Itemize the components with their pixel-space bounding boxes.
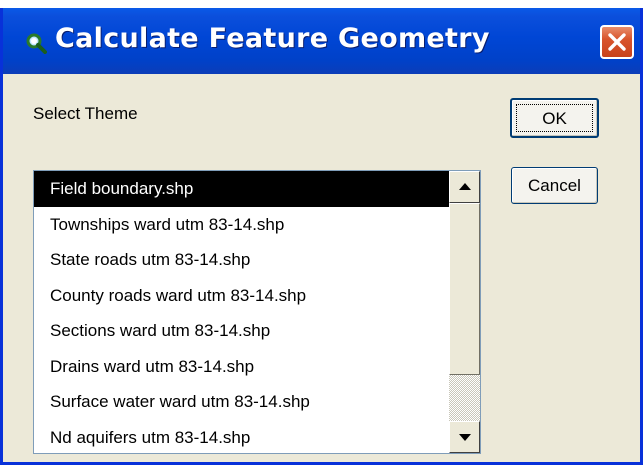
arrow-up-icon [459, 183, 471, 190]
scrollbar-thumb[interactable] [449, 203, 480, 375]
dialog-body: Select Theme OK Cancel Field boundary.sh… [3, 74, 640, 462]
calculate-feature-geometry-dialog: Calculate Feature Geometry Select Theme … [0, 8, 643, 465]
dialog-title: Calculate Feature Geometry [55, 23, 490, 54]
background-text-fragment [0, 0, 643, 8]
scroll-down-button[interactable] [449, 421, 480, 453]
list-item[interactable]: State roads utm 83-14.shp [34, 242, 449, 278]
list-item[interactable]: Nd aquifers utm 83-14.shp [34, 420, 449, 454]
ok-button[interactable]: OK [510, 98, 599, 138]
magnifier-icon [25, 32, 47, 54]
select-theme-label: Select Theme [33, 104, 138, 123]
list-item[interactable]: Townships ward utm 83-14.shp [34, 207, 449, 243]
scroll-up-button[interactable] [449, 171, 480, 203]
cancel-button[interactable]: Cancel [511, 167, 598, 204]
close-button[interactable] [600, 25, 634, 59]
list-item[interactable]: Surface water ward utm 83-14.shp [34, 384, 449, 420]
ok-button-label: OK [516, 104, 593, 132]
close-icon [608, 33, 626, 51]
list-item[interactable]: Field boundary.shp [34, 171, 449, 207]
arrow-down-icon [459, 434, 471, 441]
theme-list: Field boundary.shp Townships ward utm 83… [34, 171, 449, 453]
background-page [0, 0, 643, 8]
list-item[interactable]: Drains ward utm 83-14.shp [34, 349, 449, 385]
theme-listbox[interactable]: Field boundary.shp Townships ward utm 83… [33, 170, 481, 454]
vertical-scrollbar[interactable] [449, 171, 480, 453]
title-bar[interactable]: Calculate Feature Geometry [3, 8, 640, 74]
list-item[interactable]: Sections ward utm 83-14.shp [34, 313, 449, 349]
scrollbar-track[interactable] [449, 375, 480, 421]
list-item[interactable]: County roads ward utm 83-14.shp [34, 278, 449, 314]
